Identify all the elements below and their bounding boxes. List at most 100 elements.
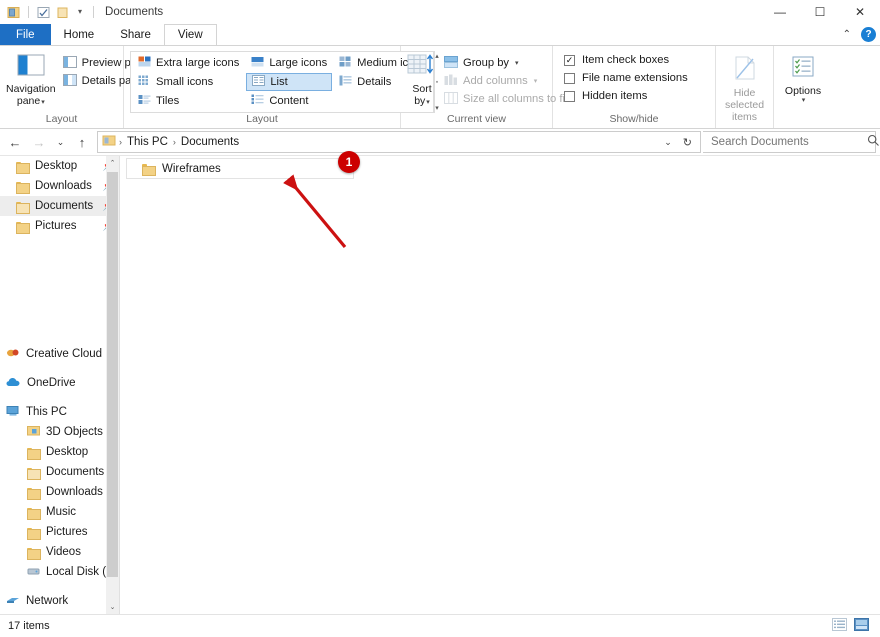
list-icon xyxy=(252,75,266,89)
group-label-show-hide: Show/hide xyxy=(609,113,659,125)
ribbon-group-panes: Navigation pane▾ Preview pane Details pa… xyxy=(0,46,149,128)
recent-locations-button[interactable]: ⌄ xyxy=(52,131,69,153)
item-check-boxes-row[interactable]: ✓ Item check boxes xyxy=(559,51,693,69)
search-box[interactable] xyxy=(703,131,879,153)
back-button[interactable]: ← xyxy=(4,131,26,153)
sidebar-label-3d-objects: 3D Objects xyxy=(46,426,103,438)
up-button[interactable]: ↑ xyxy=(71,131,93,153)
layout-small-icons[interactable]: Small icons xyxy=(133,73,244,91)
sidebar-label-documents-qa: Documents xyxy=(35,200,94,212)
navigation-pane-button[interactable]: Navigation pane▾ xyxy=(6,50,56,113)
sidebar-label-pictures: Pictures xyxy=(46,526,88,538)
sidebar-item-this-pc[interactable]: This PC xyxy=(0,402,119,422)
ribbon-group-layout: Extra large icons Large icons Medium ico… xyxy=(124,46,439,128)
documents-folder-icon xyxy=(27,467,41,480)
layout-gallery[interactable]: Extra large icons Large icons Medium ico… xyxy=(130,51,435,113)
group-label-panes: Layout xyxy=(45,113,78,125)
layout-tiles[interactable]: Tiles xyxy=(133,92,244,110)
medium-icons-icon xyxy=(339,56,352,70)
tab-share[interactable]: Share xyxy=(107,24,164,45)
collapse-ribbon-icon[interactable]: ⌃ xyxy=(840,29,854,40)
hidden-items-checkbox[interactable] xyxy=(564,90,575,102)
qat-dropdown-caret[interactable]: ▾ xyxy=(74,8,86,16)
sidebar-item-documents-qa[interactable]: Documents 📌 xyxy=(0,196,119,216)
file-list[interactable]: Wireframes xyxy=(120,156,880,614)
file-name-extensions-checkbox[interactable] xyxy=(564,72,575,84)
navigation-pane[interactable]: Desktop 📌 Downloads 📌 Documents 📌 Pictur… xyxy=(0,156,119,614)
options-label-1: Options xyxy=(784,85,822,98)
breadcrumb-root-icon[interactable] xyxy=(102,135,116,150)
tab-home[interactable]: Home xyxy=(51,24,108,45)
sidebar-item-videos[interactable]: Videos xyxy=(0,542,119,562)
refresh-icon[interactable]: ↻ xyxy=(679,136,696,149)
layout-list-label: List xyxy=(270,76,288,88)
sidebar-label-this-pc: This PC xyxy=(26,406,67,418)
properties-icon[interactable] xyxy=(6,5,21,20)
this-pc-icon xyxy=(6,405,20,420)
sidebar-item-music[interactable]: Music xyxy=(0,502,119,522)
address-bar[interactable]: ← → ⌄ ↑ › This PC › Documents ⌄ ↻ xyxy=(0,129,880,155)
sidebar-item-documents[interactable]: Documents xyxy=(0,462,119,482)
breadcrumb-dropdown-icon[interactable]: ⌄ xyxy=(660,137,676,148)
details-view-button[interactable] xyxy=(828,616,850,636)
search-input[interactable] xyxy=(709,135,867,149)
search-icon[interactable] xyxy=(867,134,880,150)
breadcrumb[interactable]: › This PC › Documents ⌄ ↻ xyxy=(97,131,701,153)
file-name-extensions-row[interactable]: File name extensions xyxy=(559,69,693,87)
sidebar-item-downloads-qa[interactable]: Downloads 📌 xyxy=(0,176,119,196)
sidebar-item-network[interactable]: Network xyxy=(0,591,119,611)
layout-large-icons[interactable]: Large icons xyxy=(246,54,332,72)
window-controls[interactable]: — ☐ ✕ xyxy=(760,0,880,24)
sort-by-label-1: Sort xyxy=(412,83,432,96)
breadcrumb-item-documents[interactable]: Documents xyxy=(179,136,241,148)
ribbon-tab-strip[interactable]: File Home Share View ⌃ ? xyxy=(0,24,880,45)
sidebar-item-downloads[interactable]: Downloads xyxy=(0,482,119,502)
hidden-items-row[interactable]: Hidden items xyxy=(559,87,693,105)
layout-list[interactable]: List xyxy=(246,73,333,91)
sidebar-item-desktop-qa[interactable]: Desktop 📌 xyxy=(0,156,119,176)
scroll-up-icon[interactable]: ⌃ xyxy=(110,156,116,170)
ribbon[interactable]: Navigation pane▾ Preview pane Details pa… xyxy=(0,45,880,129)
sidebar-scroll-thumb[interactable] xyxy=(107,172,118,577)
maximize-button[interactable]: ☐ xyxy=(800,0,840,24)
network-icon xyxy=(6,594,20,609)
sidebar-item-creative-cloud[interactable]: Creative Cloud Files xyxy=(0,344,119,364)
downloads-folder-icon xyxy=(16,181,30,194)
window-title: Documents xyxy=(105,6,164,18)
sidebar-item-onedrive[interactable]: OneDrive xyxy=(0,373,119,393)
forward-button: → xyxy=(32,134,46,150)
layout-extra-large-icons[interactable]: Extra large icons xyxy=(133,54,244,72)
sidebar-item-local-disk[interactable]: Local Disk (C:) xyxy=(0,562,119,582)
breadcrumb-item-this-pc[interactable]: This PC xyxy=(125,136,170,148)
new-folder-icon[interactable] xyxy=(36,5,51,20)
ribbon-group-show-hide: ✓ Item check boxes File name extensions … xyxy=(553,46,716,128)
minimize-button[interactable]: — xyxy=(760,0,800,24)
item-check-boxes-checkbox[interactable]: ✓ xyxy=(564,54,575,66)
help-icon[interactable]: ? xyxy=(861,27,876,42)
close-button[interactable]: ✕ xyxy=(840,0,880,24)
ribbon-tab-strip-right[interactable]: ⌃ ? xyxy=(840,24,876,45)
layout-content[interactable]: Content xyxy=(246,92,332,110)
sidebar-item-3d-objects[interactable]: 3D Objects xyxy=(0,422,119,442)
list-item[interactable]: Wireframes xyxy=(126,158,354,179)
details-pane-icon xyxy=(62,73,77,89)
tab-view[interactable]: View xyxy=(163,24,217,45)
navigation-pane-caret[interactable]: ▾ xyxy=(41,99,45,106)
quick-access-toolbar[interactable]: ▾ Documents xyxy=(0,5,163,20)
scroll-down-icon[interactable]: ⌄ xyxy=(110,600,116,614)
folder-icon[interactable] xyxy=(55,5,70,20)
group-by-caret[interactable]: ▾ xyxy=(515,59,519,67)
sidebar-item-pictures[interactable]: Pictures xyxy=(0,522,119,542)
sort-by-button[interactable]: Sort by▾ xyxy=(407,50,437,113)
sort-by-caret[interactable]: ▾ xyxy=(426,99,430,106)
layout-small-icons-label: Small icons xyxy=(156,76,214,88)
sidebar-scrollbar[interactable]: ⌃ ⌄ xyxy=(106,156,119,614)
large-icons-view-button[interactable] xyxy=(850,616,872,636)
tab-file[interactable]: File xyxy=(0,24,51,45)
options-button[interactable]: Options ▾ xyxy=(780,52,826,113)
options-caret[interactable]: ▾ xyxy=(802,97,806,105)
hide-selected-items-label-1: Hide selected xyxy=(724,87,765,112)
sidebar-item-desktop[interactable]: Desktop xyxy=(0,442,119,462)
sidebar-item-pictures-qa[interactable]: Pictures 📌 xyxy=(0,216,119,236)
